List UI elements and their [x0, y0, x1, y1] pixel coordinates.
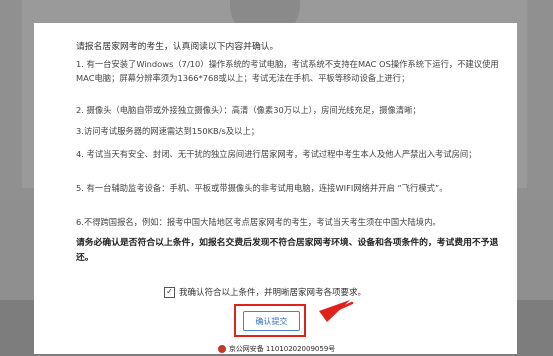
- police-badge-icon: [217, 345, 226, 353]
- annotation-arrow-icon: [319, 300, 354, 322]
- footer-text: 京公网安备 11010202009059号: [228, 345, 336, 353]
- footer: 京公网安备 11010202009059号: [0, 342, 553, 356]
